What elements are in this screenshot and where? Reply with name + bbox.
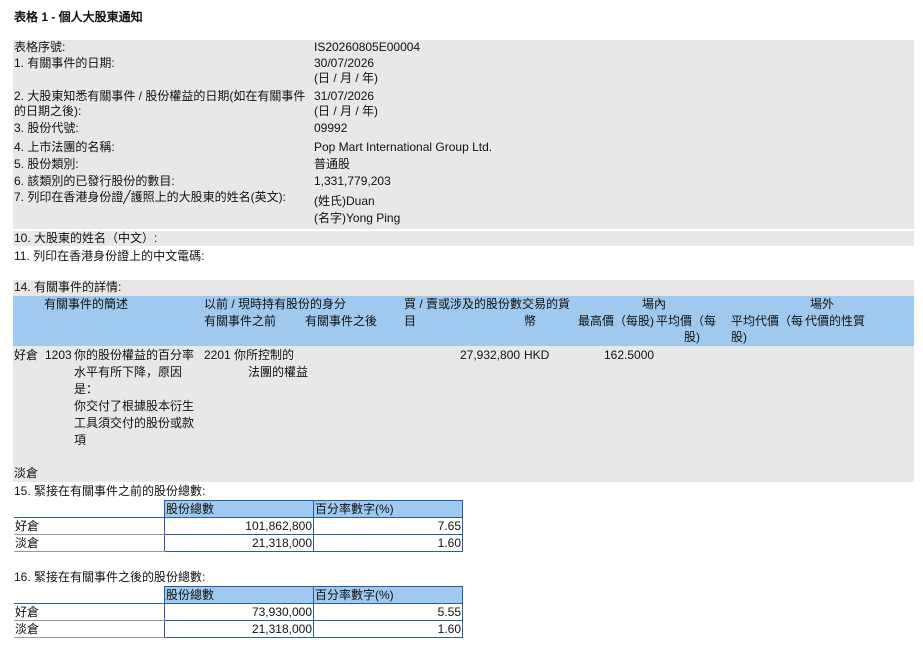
- field-value-serial: IS20260805E00004: [314, 40, 421, 54]
- header-shares-line1: 買 / 賣或涉及的股份數交易的貨: [404, 297, 571, 311]
- row-after-line2: 法團的權益: [248, 365, 309, 379]
- row-desc-line6: 項: [74, 433, 87, 447]
- header-capacity-after: 有關事件之後: [305, 314, 378, 328]
- field-label-stock-code: 3. 股份代號:: [14, 121, 79, 135]
- field-label-corp-name: 4. 上市法團的名稱:: [14, 140, 115, 154]
- row-highest-price: 162.5000: [604, 348, 655, 362]
- section-15-row-label: 好倉: [14, 517, 165, 535]
- section-15-col-shares: 股份總數: [164, 500, 314, 518]
- row-code-after: 2201: [204, 348, 231, 362]
- section-16-row-pct: 1.60: [313, 620, 463, 638]
- row-shares: 27,932,800: [460, 348, 521, 362]
- row-position-long: 好倉: [14, 348, 39, 362]
- field-note-event-date: (日 / 月 / 年): [314, 71, 378, 85]
- field-value-stock-code: 09992: [314, 121, 348, 135]
- row-code-before: 1203: [45, 348, 72, 362]
- header-avg-price-line2: 股): [684, 330, 700, 344]
- section-16-corner: [14, 586, 165, 604]
- field-label-event-date: 1. 有關事件的日期:: [14, 56, 115, 70]
- section-15-corner: [14, 500, 165, 518]
- row-desc-line5: 工具須交付的股份或款: [74, 416, 195, 430]
- row-desc-line4: 你交付了根據股本衍生: [74, 399, 195, 413]
- section-16-row-label: 好倉: [14, 603, 165, 621]
- header-on-exchange: 場內: [642, 297, 667, 311]
- section-16-row-pct: 5.55: [313, 603, 463, 621]
- section-15-row-pct: 7.65: [313, 517, 463, 535]
- section-15-row-pct: 1.60: [313, 534, 463, 552]
- section-15-table: 股份總數 百分率數字(%) 好倉 101,862,800 7.65 淡倉 21,…: [14, 500, 463, 552]
- header-avg-price-off-line1: 平均代價（每: [731, 314, 804, 328]
- section-16-col-pct: 百分率數字(%): [313, 586, 463, 604]
- row-position-short: 淡倉: [14, 466, 39, 480]
- section-16-col-shares: 股份總數: [164, 586, 314, 604]
- field-label-aware-date-line1: 2. 大股東知悉有關事件 / 股份權益的日期(如在有關事件: [14, 89, 306, 103]
- header-avg-price-line1: 平均價（每: [656, 314, 717, 328]
- field-value-issued-shares: 1,331,779,203: [314, 174, 391, 188]
- table-row: 淡倉 21,318,000 1.60: [14, 620, 463, 638]
- section-16-title: 16. 緊接在有關事件之後的股份總數:: [14, 570, 206, 584]
- field-label-aware-date-line2: 的日期之後):: [14, 104, 82, 118]
- header-consideration-type: 代價的性質: [805, 314, 866, 328]
- field-value-share-class: 普通股: [314, 157, 351, 171]
- section-11-label: 11. 列印在香港身份證上的中文電碼:: [14, 249, 205, 263]
- header-shares-line2: 目: [404, 314, 417, 328]
- field-value-corp-name: Pop Mart International Group Ltd.: [314, 140, 493, 154]
- row-after-line1: 你所控制的: [234, 348, 295, 362]
- form-title: 表格 1 - 個人大股東通知: [14, 10, 143, 24]
- field-value-given-name: (名字)Yong Ping: [314, 211, 401, 225]
- field-label-serial: 表格序號:: [14, 40, 66, 54]
- section-16-row-label: 淡倉: [14, 620, 165, 638]
- section-16-table: 股份總數 百分率數字(%) 好倉 73,930,000 5.55 淡倉 21,3…: [14, 586, 463, 638]
- table-row: 好倉 73,930,000 5.55: [14, 603, 463, 621]
- header-highest-price: 最高價（每股): [578, 314, 654, 328]
- field-value-surname: (姓氏)Duan: [314, 194, 375, 208]
- row-desc-line1: 你的股份權益的百分率: [74, 348, 195, 362]
- field-label-issued-shares: 6. 該類別的已發行股份的數目:: [14, 174, 175, 188]
- field-label-share-class: 5. 股份類別:: [14, 157, 79, 171]
- section-10-label: 10. 大股東的姓名（中文）:: [14, 231, 158, 245]
- field-label-holder-name-en: 7. 列印在香港身份證╱護照上的大股東的姓名(英文):: [14, 190, 286, 204]
- section-14-title: 14. 有關事件的詳情:: [14, 280, 122, 294]
- header-event-desc: 有關事件的簡述: [44, 297, 129, 311]
- header-off-exchange: 場外: [810, 297, 835, 311]
- row-currency: HKD: [524, 348, 550, 362]
- header-capacity-before: 有關事件之前: [204, 314, 277, 328]
- section-15-title: 15. 緊接在有關事件之前的股份總數:: [14, 484, 206, 498]
- section-16-row-shares: 73,930,000: [164, 603, 314, 621]
- section-15-row-shares: 21,318,000: [164, 534, 314, 552]
- header-currency: 幣: [524, 314, 537, 328]
- section-16-row-shares: 21,318,000: [164, 620, 314, 638]
- header-capacity: 以前 / 現時持有股份的身分: [204, 297, 347, 311]
- header-avg-price-off-line2: 股): [731, 330, 747, 344]
- section-14-band: [13, 280, 914, 296]
- row-desc-line3: 是：: [74, 382, 99, 396]
- section-15-row-shares: 101,862,800: [164, 517, 314, 535]
- section-15-row-label: 淡倉: [14, 534, 165, 552]
- field-value-event-date: 30/07/2026: [314, 56, 375, 70]
- field-note-aware-date: (日 / 月 / 年): [314, 104, 378, 118]
- row-desc-line2: 水平有所下降，原因: [74, 365, 183, 379]
- table-row: 淡倉 21,318,000 1.60: [14, 534, 463, 552]
- field-value-aware-date: 31/07/2026: [314, 89, 375, 103]
- section-15-col-pct: 百分率數字(%): [313, 500, 463, 518]
- table-row: 好倉 101,862,800 7.65: [14, 517, 463, 535]
